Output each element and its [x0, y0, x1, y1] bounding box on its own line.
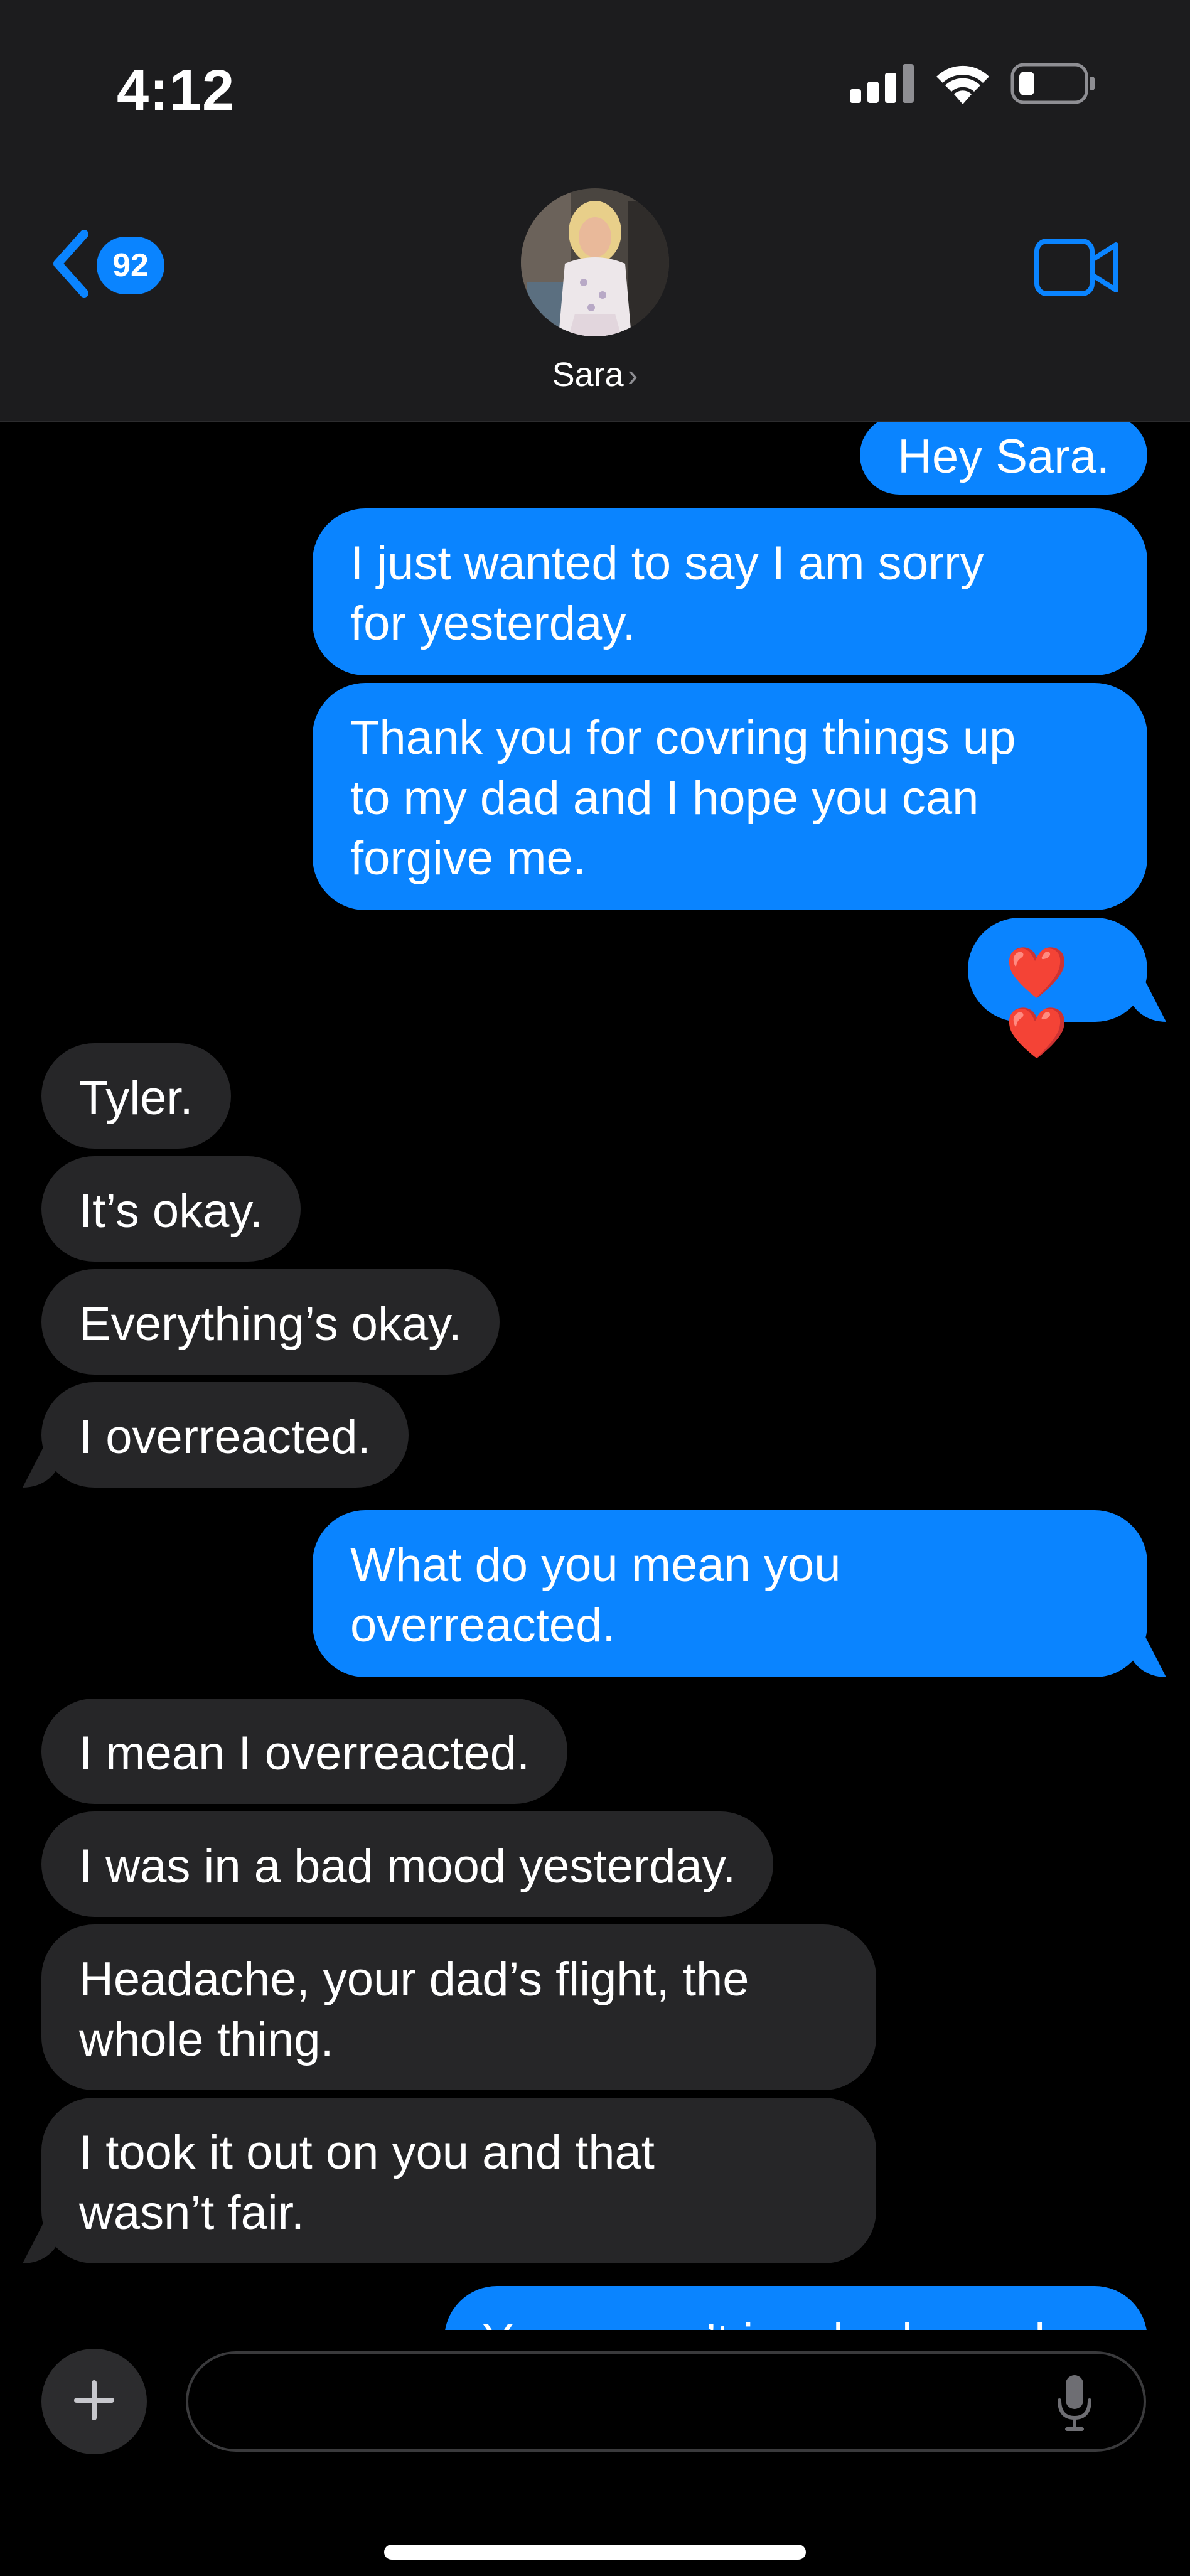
contact-name-button[interactable]: Sara ›	[0, 355, 1190, 394]
back-chevron-icon	[49, 229, 93, 301]
message-input[interactable]	[186, 2351, 1146, 2452]
message-bubble-received[interactable]: I took it out on you and that wasn’t fai…	[41, 2098, 876, 2263]
message-bubble-sent[interactable]: Hey Sara.	[860, 422, 1147, 495]
message-bubble-sent[interactable]: Thank you for covring things up to my da…	[313, 683, 1147, 910]
message-bubble-received[interactable]: I was in a bad mood yesterday.	[41, 1811, 774, 1917]
message-bubble-sent[interactable]: You weren’t in a bad mood	[444, 2286, 1147, 2330]
back-button[interactable]: 92	[49, 229, 164, 301]
battery-icon	[1010, 63, 1096, 107]
message-bubble-received[interactable]: I mean I overreacted.	[41, 1699, 568, 1804]
message-thread[interactable]: Hey Sara. I just wanted to say I am sorr…	[0, 422, 1190, 2330]
message-bubble-received[interactable]: I overreacted.	[41, 1382, 409, 1488]
status-indicators	[850, 63, 1096, 107]
message-bubble-received[interactable]: It’s okay.	[41, 1156, 301, 1262]
contact-avatar[interactable]	[521, 188, 669, 336]
chevron-right-icon: ›	[627, 358, 638, 393]
conversation-header: 4:12 92 Sara ›	[0, 0, 1190, 422]
message-bubble-sent[interactable]: What do you mean you overreacted.	[313, 1510, 1147, 1677]
facetime-video-button[interactable]	[1034, 239, 1120, 299]
home-indicator	[384, 2545, 806, 2560]
contact-name: Sara	[552, 356, 624, 394]
microphone-icon[interactable]	[1056, 2374, 1093, 2435]
message-bubble-received[interactable]: Tyler.	[41, 1043, 231, 1149]
message-bubble-sent[interactable]: ❤️❤️	[968, 918, 1147, 1061]
apps-plus-button[interactable]	[41, 2349, 147, 2454]
unread-count-badge: 92	[97, 236, 164, 294]
message-bubble-sent[interactable]: I just wanted to say I am sorry for yest…	[313, 508, 1147, 675]
message-bubble-received[interactable]: Headache, your dad’s flight, the whole t…	[41, 1924, 876, 2090]
signal-icon	[850, 64, 915, 106]
message-bubble-received[interactable]: Everything’s okay.	[41, 1269, 500, 1375]
video-camera-icon	[1034, 239, 1120, 299]
plus-icon	[74, 2380, 114, 2423]
composer-bar	[0, 2330, 1190, 2576]
wifi-icon	[934, 63, 992, 107]
status-time: 4:12	[117, 58, 235, 122]
